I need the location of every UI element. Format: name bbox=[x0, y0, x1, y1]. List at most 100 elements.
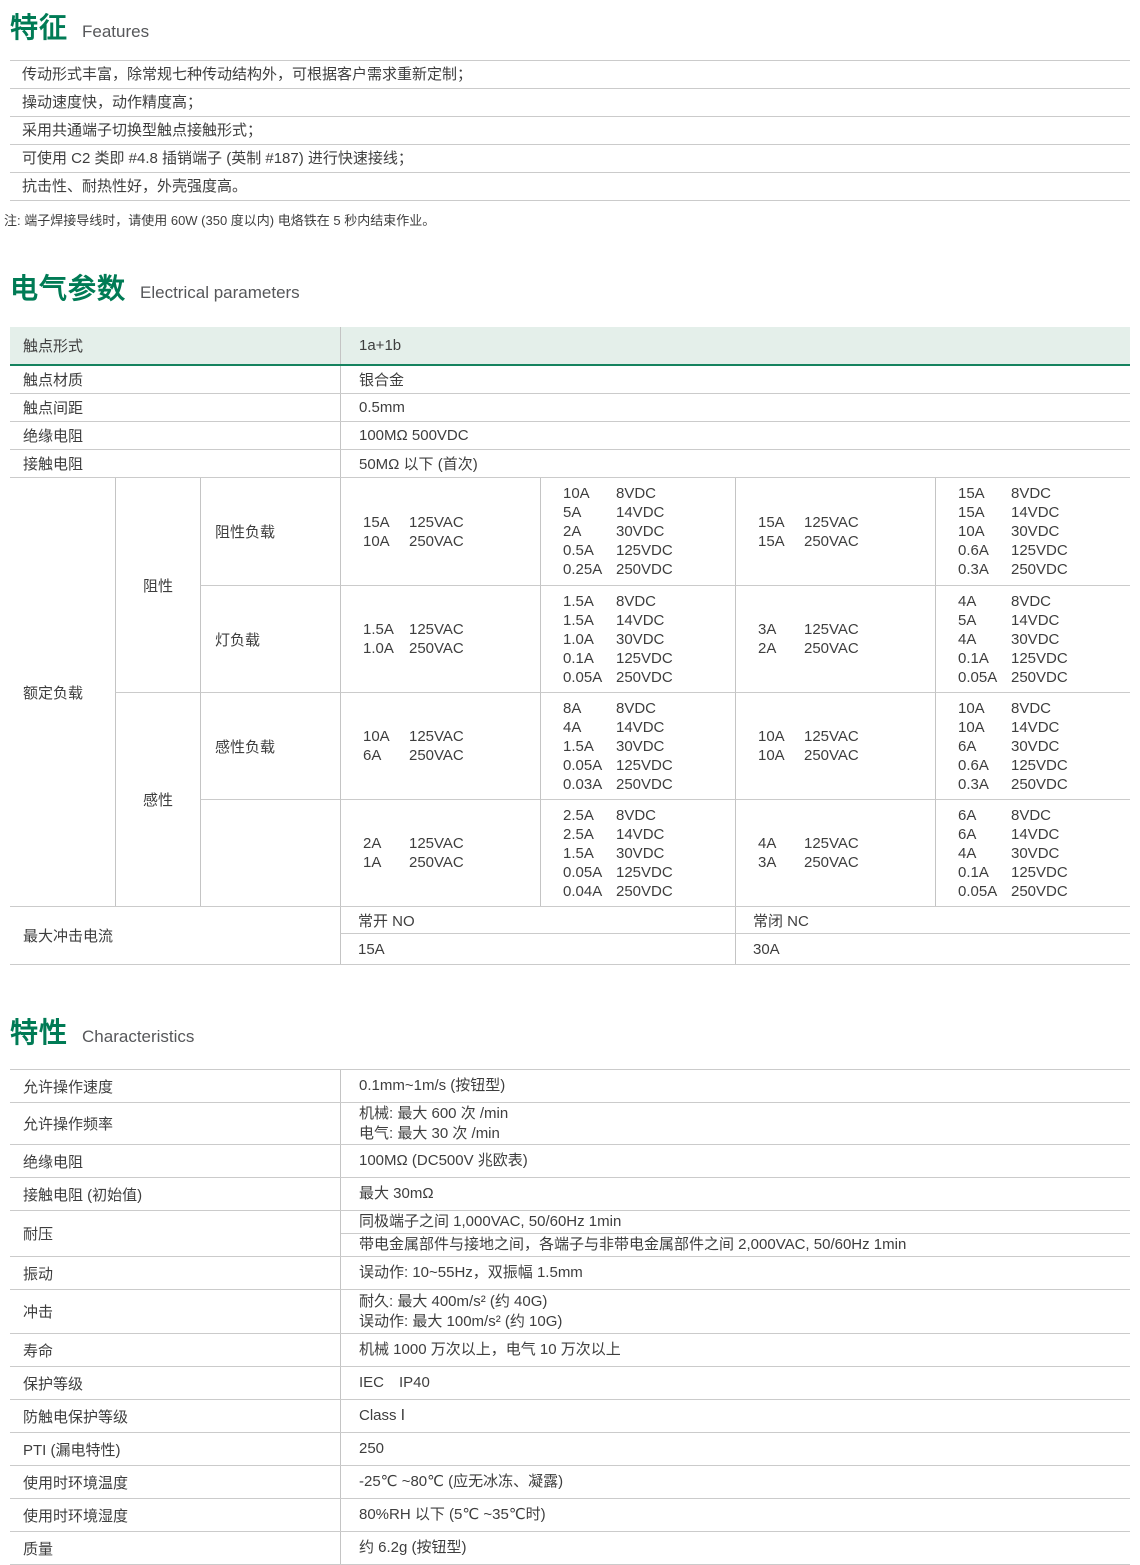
table-row: 允许操作频率 机械: 最大 600 次 /min电气: 最大 30 次 /min bbox=[10, 1103, 1130, 1145]
row-value: 0.1mm~1m/s (按钮型) bbox=[340, 1070, 1130, 1102]
rating-pair: 0.03A250VDC bbox=[563, 775, 735, 794]
row-value: 机械: 最大 600 次 /min电气: 最大 30 次 /min bbox=[340, 1103, 1130, 1144]
features-note: 注: 端子焊接导线时，请使用 60W (350 度以内) 电烙铁在 5 秒内结束… bbox=[4, 210, 1130, 229]
rating-pair: 0.5A125VDC bbox=[563, 541, 735, 560]
row-label: 允许操作速度 bbox=[10, 1070, 340, 1102]
table-row: 防触电保护等级 Class Ⅰ bbox=[10, 1400, 1130, 1433]
text-line: 抗击性、耐热性好，外壳强度高。 bbox=[10, 173, 1130, 201]
dc-rating-cell: 6A8VDC6A14VDC4A30VDC0.1A125VDC0.05A250VD… bbox=[935, 799, 1130, 906]
dc-rating-cell: 10A8VDC10A14VDC6A30VDC0.6A125VDC0.3A250V… bbox=[935, 692, 1130, 799]
load-type-label: 阻性负载 bbox=[200, 478, 340, 585]
group-resistive-label: 阻性 bbox=[115, 478, 200, 692]
characteristics-title: 特性 Characteristics bbox=[10, 1011, 1130, 1051]
rating-pair: 0.05A250VDC bbox=[958, 882, 1130, 901]
table-row: 允许操作速度 0.1mm~1m/s (按钮型) bbox=[10, 1070, 1130, 1103]
rating-pair: 10A8VDC bbox=[958, 699, 1130, 718]
rating-pair: 1.5A30VDC bbox=[563, 844, 735, 863]
rating-pair: 0.3A250VDC bbox=[958, 560, 1130, 579]
rating-pair: 0.1A125VDC bbox=[563, 649, 735, 668]
rating-pair: 1A250VAC bbox=[363, 853, 540, 872]
row-label: 触点材质 bbox=[10, 366, 340, 393]
rating-pair: 6A8VDC bbox=[958, 806, 1130, 825]
rating-pair: 10A30VDC bbox=[958, 522, 1130, 541]
rating-pair: 15A125VAC bbox=[363, 513, 540, 532]
rating-pair: 0.6A125VDC bbox=[958, 541, 1130, 560]
rated-load-grid: 额定负载 阻性 阻性负载 15A125VAC10A250VAC 10A8VDC5… bbox=[10, 478, 1130, 907]
row-label: 寿命 bbox=[10, 1334, 340, 1366]
rating-pair: 0.04A250VDC bbox=[563, 882, 735, 901]
rating-pair: 1.5A14VDC bbox=[563, 611, 735, 630]
features-title-zh: 特征 bbox=[10, 6, 68, 46]
ac-rating-cell: 2A125VAC1A250VAC bbox=[340, 799, 540, 906]
normally-closed-header: 常闭 NC bbox=[735, 907, 1130, 934]
rating-pair: 5A14VDC bbox=[958, 611, 1130, 630]
load-type-label: 灯负载 bbox=[200, 585, 340, 692]
datasheet-page: 特征 Features 传动形式丰富，除常规七种传动结构外，可根据客户需求重新定… bbox=[0, 0, 1140, 1565]
row-label: 保护等级 bbox=[10, 1367, 340, 1399]
rating-pair: 2A125VAC bbox=[363, 834, 540, 853]
row-label: 冲击 bbox=[10, 1290, 340, 1333]
table-row: PTI (漏电特性) 250 bbox=[10, 1433, 1130, 1466]
row-value: 耐久: 最大 400m/s² (约 40G)误动作: 最大 100m/s² (约… bbox=[340, 1290, 1130, 1333]
text-line: 100MΩ (DC500V 兆欧表) bbox=[359, 1151, 528, 1171]
table-row: 振动 误动作: 10~55Hz，双振幅 1.5mm bbox=[10, 1257, 1130, 1290]
characteristics-title-zh: 特性 bbox=[10, 1011, 68, 1051]
rating-pair: 0.05A250VDC bbox=[958, 668, 1130, 687]
rating-pair: 3A125VAC bbox=[758, 620, 935, 639]
load-type-label: 感性负载 bbox=[200, 692, 340, 799]
characteristics-table: 允许操作速度 0.1mm~1m/s (按钮型) 允许操作频率 机械: 最大 60… bbox=[10, 1069, 1130, 1565]
ac-rating-cell: 4A125VAC3A250VAC bbox=[735, 799, 935, 906]
text-line: 操动速度快，动作精度高； bbox=[10, 89, 1130, 117]
table-row: 触点间距 0.5mm bbox=[10, 394, 1130, 422]
text-line: IEC IP40 bbox=[359, 1373, 430, 1393]
dc-rating-cell: 10A8VDC5A14VDC2A30VDC0.5A125VDC0.25A250V… bbox=[540, 478, 735, 585]
rating-pair: 1.0A250VAC bbox=[363, 639, 540, 658]
rating-pair: 2.5A14VDC bbox=[563, 825, 735, 844]
row-label: 耐压 bbox=[10, 1211, 340, 1256]
table-row: 使用时环境湿度 80%RH 以下 (5℃ ~35℃时) bbox=[10, 1499, 1130, 1532]
rating-pair: 2A250VAC bbox=[758, 639, 935, 658]
rating-pair: 2A30VDC bbox=[563, 522, 735, 541]
row-value: 0.5mm bbox=[340, 394, 1130, 421]
rating-pair: 15A8VDC bbox=[958, 484, 1130, 503]
rating-pair: 10A250VAC bbox=[758, 746, 935, 765]
row-value: 50MΩ 以下 (首次) bbox=[340, 450, 1130, 477]
rated-load-label: 额定负载 bbox=[10, 478, 115, 906]
electrical-parameters-section: 电气参数 Electrical parameters 触点形式 1a+1b 触点… bbox=[10, 267, 1130, 965]
rating-pair: 10A14VDC bbox=[958, 718, 1130, 737]
rating-pair: 8A8VDC bbox=[563, 699, 735, 718]
ac-rating-cell: 10A125VAC10A250VAC bbox=[735, 692, 935, 799]
row-label: 质量 bbox=[10, 1532, 340, 1564]
ac-rating-cell: 15A125VAC15A250VAC bbox=[735, 478, 935, 585]
contact-form-value: 1a+1b bbox=[340, 327, 1130, 364]
electrical-table: 触点形式 1a+1b 触点材质 银合金 触点间距 0.5mm 绝缘电阻 100M… bbox=[10, 327, 1130, 965]
rating-pair: 15A14VDC bbox=[958, 503, 1130, 522]
row-value: 误动作: 10~55Hz，双振幅 1.5mm bbox=[340, 1257, 1130, 1289]
rating-pair: 10A250VAC bbox=[363, 532, 540, 551]
text-line: 机械 1000 万次以上，电气 10 万次以上 bbox=[359, 1340, 621, 1360]
text-line: 误动作: 10~55Hz，双振幅 1.5mm bbox=[359, 1263, 583, 1283]
rating-pair: 0.05A125VDC bbox=[563, 756, 735, 775]
rating-pair: 15A250VAC bbox=[758, 532, 935, 551]
table-row: 接触电阻 50MΩ 以下 (首次) bbox=[10, 450, 1130, 478]
dc-rating-cell: 4A8VDC5A14VDC4A30VDC0.1A125VDC0.05A250VD… bbox=[935, 585, 1130, 692]
row-label: 接触电阻 (初始值) bbox=[10, 1178, 340, 1210]
text-line: 误动作: 最大 100m/s² (约 10G) bbox=[359, 1312, 562, 1332]
rating-pair: 1.5A125VAC bbox=[363, 620, 540, 639]
row-label: 允许操作频率 bbox=[10, 1103, 340, 1144]
features-title: 特征 Features bbox=[10, 6, 1130, 46]
rating-pair: 10A8VDC bbox=[563, 484, 735, 503]
rating-pair: 4A8VDC bbox=[958, 592, 1130, 611]
text-line: 0.1mm~1m/s (按钮型) bbox=[359, 1076, 505, 1096]
row-value: 银合金 bbox=[340, 366, 1130, 393]
load-type-label bbox=[200, 799, 340, 906]
rating-pair: 1.5A8VDC bbox=[563, 592, 735, 611]
row-value: 100MΩ (DC500V 兆欧表) bbox=[340, 1145, 1130, 1177]
row-label: 绝缘电阻 bbox=[10, 422, 340, 449]
surge-current-label: 最大冲击电流 bbox=[10, 907, 340, 964]
normally-open-header: 常开 NO bbox=[340, 907, 735, 934]
rating-pair: 1.5A30VDC bbox=[563, 737, 735, 756]
electrical-title-zh: 电气参数 bbox=[10, 267, 126, 307]
row-value: 机械 1000 万次以上，电气 10 万次以上 bbox=[340, 1334, 1130, 1366]
rating-pair: 2.5A8VDC bbox=[563, 806, 735, 825]
